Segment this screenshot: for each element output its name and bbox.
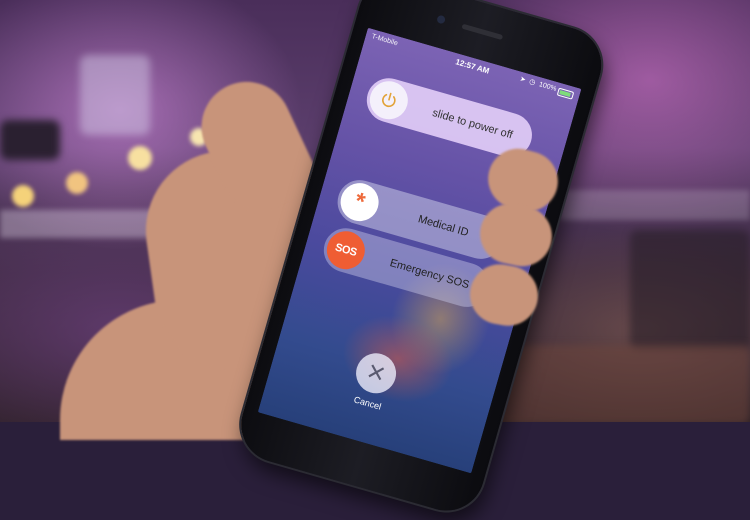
background-object [0,120,60,160]
sos-badge[interactable]: SOS [322,226,370,274]
power-icon-glyph [382,92,396,108]
bokeh-light [12,185,34,207]
cancel-button[interactable]: × [351,348,401,399]
bokeh-light [128,146,152,170]
asterisk-icon[interactable]: * [336,178,384,226]
shelf [560,190,750,220]
power-icon[interactable] [365,76,413,124]
bokeh-light [66,172,88,194]
close-icon: × [363,354,390,392]
cancel-label: Cancel [352,394,383,412]
background-object [80,55,150,135]
background-object [630,230,750,350]
